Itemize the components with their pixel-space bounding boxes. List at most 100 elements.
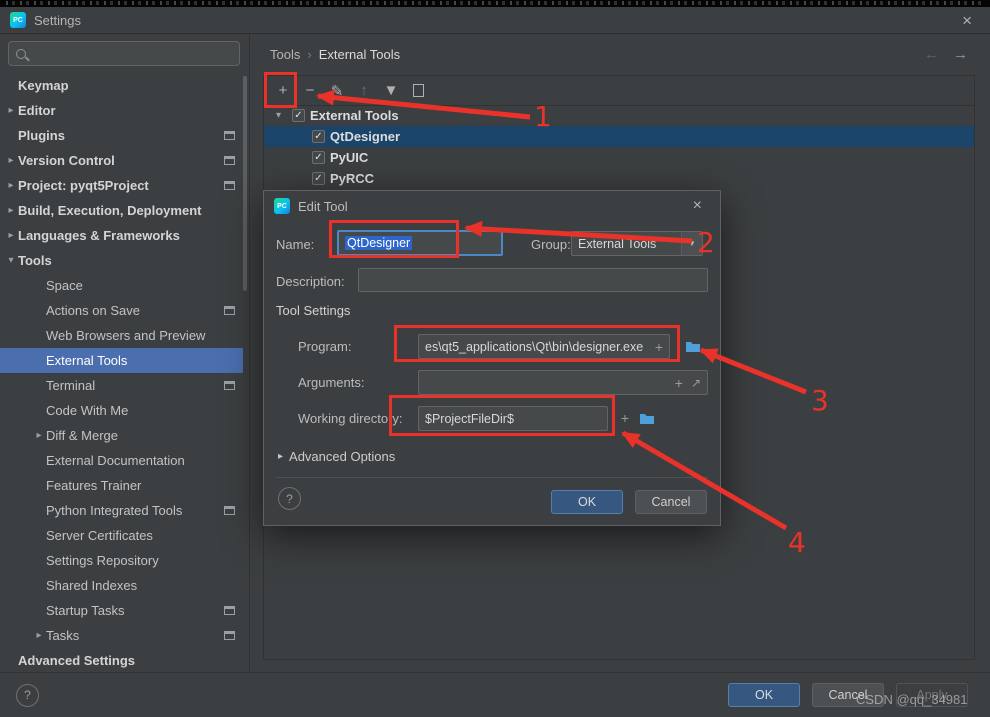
- remove-icon[interactable]: −: [300, 81, 320, 101]
- breadcrumb-tools[interactable]: Tools: [270, 47, 300, 62]
- sidebar-item-keymap[interactable]: Keymap: [0, 73, 243, 98]
- arguments-label: Arguments:: [298, 375, 365, 390]
- dialog-ok-button[interactable]: OK: [551, 490, 623, 514]
- sidebar-item-label: External Documentation: [46, 453, 185, 468]
- chevron-down-icon[interactable]: ▾: [276, 110, 292, 121]
- checkbox-checked[interactable]: ✓: [312, 172, 325, 185]
- shared-settings-icon: [224, 606, 235, 615]
- sidebar-item-actions-on-save[interactable]: Actions on Save: [0, 298, 243, 323]
- insert-macro-icon[interactable]: +: [675, 376, 683, 390]
- sidebar-item-terminal[interactable]: Terminal: [0, 373, 243, 398]
- chevron-right-icon[interactable]: ▸: [4, 155, 18, 166]
- sidebar-item-shared-indexes[interactable]: Shared Indexes: [0, 573, 243, 598]
- sidebar-item-label: Advanced Settings: [18, 653, 136, 668]
- chevron-right-icon[interactable]: ▸: [4, 230, 18, 241]
- checkbox-checked[interactable]: ✓: [292, 109, 305, 122]
- sidebar-item-languages-frameworks[interactable]: ▸ Languages & Frameworks: [0, 223, 243, 248]
- tree-item-pyuic[interactable]: ✓ PyUIC: [264, 147, 974, 168]
- sidebar-item-project-pyqt5project[interactable]: ▸ Project: pyqt5Project: [0, 173, 243, 198]
- chevron-right-icon[interactable]: ▸: [32, 630, 46, 641]
- move-down-icon[interactable]: ▼: [381, 81, 401, 101]
- insert-macro-icon[interactable]: +: [616, 409, 634, 427]
- sidebar-item-tasks[interactable]: ▸ Tasks: [0, 623, 243, 648]
- sidebar-item-version-control[interactable]: ▸ Version Control: [0, 148, 243, 173]
- name-label: Name:: [276, 237, 315, 252]
- sidebar-item-space[interactable]: Space: [0, 273, 243, 298]
- tree-item-pyrcc[interactable]: ✓ PyRCC: [264, 168, 974, 189]
- pycharm-logo-icon: PC: [10, 12, 26, 28]
- sidebar-item-label: Terminal: [46, 378, 96, 393]
- sidebar-item-label: Server Certificates: [46, 528, 153, 543]
- checkbox-checked[interactable]: ✓: [312, 151, 325, 164]
- sidebar-item-label: Code With Me: [46, 403, 129, 418]
- sidebar-item-plugins[interactable]: Plugins: [0, 123, 243, 148]
- group-dropdown[interactable]: External Tools ▼: [571, 231, 703, 256]
- sidebar-item-tools[interactable]: ▾ Tools: [0, 248, 243, 273]
- sidebar-item-label: Languages & Frameworks: [18, 228, 180, 243]
- chevron-right-icon[interactable]: ▸: [4, 205, 18, 216]
- dialog-help-button[interactable]: ?: [278, 487, 301, 510]
- sidebar-item-advanced-settings[interactable]: Advanced Settings: [0, 648, 243, 673]
- sidebar-scrollbar[interactable]: [243, 76, 247, 291]
- chevron-right-icon[interactable]: ▸: [4, 105, 18, 116]
- shared-settings-icon: [224, 306, 235, 315]
- window-close-icon[interactable]: ×: [954, 12, 980, 29]
- tree-item-qtdesigner[interactable]: ✓ QtDesigner: [264, 126, 974, 147]
- sidebar-item-settings-repository[interactable]: Settings Repository: [0, 548, 243, 573]
- sidebar-item-editor[interactable]: ▸ Editor: [0, 98, 243, 123]
- sidebar-item-python-integrated-tools[interactable]: Python Integrated Tools: [0, 498, 243, 523]
- sidebar-item-label: Tasks: [46, 628, 80, 643]
- sidebar-item-diff-merge[interactable]: ▸ Diff & Merge: [0, 423, 243, 448]
- sidebar-item-build-execution-deployment[interactable]: ▸ Build, Execution, Deployment: [0, 198, 243, 223]
- sidebar-item-label: Version Control: [18, 153, 115, 168]
- external-tools-tree: ▾ ✓ External Tools ✓ QtDesigner ✓ PyUIC ✓ PyRCC: [264, 105, 974, 189]
- sidebar-item-label: Diff & Merge: [46, 428, 119, 443]
- checkbox-checked[interactable]: ✓: [312, 130, 325, 143]
- chevron-right-icon: ▸: [278, 451, 284, 462]
- settings-search-box[interactable]: [8, 41, 240, 66]
- shared-settings-icon: [224, 156, 235, 165]
- settings-window: PC Settings × Keymap ▸ Editor Plugins ▸ Versi…: [0, 0, 990, 717]
- browse-folder-icon[interactable]: [684, 337, 702, 355]
- shared-settings-icon: [224, 631, 235, 640]
- move-up-icon[interactable]: ↑: [354, 81, 374, 101]
- shared-settings-icon: [224, 181, 235, 190]
- advanced-options-toggle[interactable]: ▸ Advanced Options: [278, 449, 395, 464]
- edit-icon[interactable]: ✎: [327, 81, 347, 101]
- sidebar-nav: Keymap ▸ Editor Plugins ▸ Version Control ▸ Pro…: [0, 73, 243, 673]
- annotation-number-4: 4: [788, 526, 806, 559]
- sidebar-item-startup-tasks[interactable]: Startup Tasks: [0, 598, 243, 623]
- copy-icon[interactable]: [408, 80, 428, 101]
- browse-folder-icon[interactable]: [638, 409, 656, 427]
- cropped-text-noise: [6, 1, 984, 5]
- description-input[interactable]: [358, 268, 708, 292]
- search-input[interactable]: [32, 45, 216, 62]
- sidebar-item-label: Actions on Save: [46, 303, 140, 318]
- ok-button[interactable]: OK: [728, 683, 800, 707]
- dialog-cancel-button[interactable]: Cancel: [635, 490, 707, 514]
- sidebar-item-external-tools[interactable]: External Tools: [0, 348, 243, 373]
- tree-root-external-tools[interactable]: ▾ ✓ External Tools: [264, 105, 974, 126]
- arguments-input[interactable]: + ↗: [418, 370, 708, 395]
- sidebar-item-label: Build, Execution, Deployment: [18, 203, 202, 218]
- sidebar-item-features-trainer[interactable]: Features Trainer: [0, 473, 243, 498]
- dialog-close-icon[interactable]: ×: [685, 198, 710, 214]
- tree-item-label: QtDesigner: [330, 129, 401, 144]
- forward-arrow-icon[interactable]: →: [953, 46, 968, 63]
- sidebar-item-label: Startup Tasks: [46, 603, 125, 618]
- chevron-down-icon[interactable]: ▾: [4, 255, 18, 266]
- tree-item-label: PyUIC: [330, 150, 369, 165]
- tool-settings-section-label: Tool Settings: [276, 303, 351, 318]
- help-button[interactable]: ?: [16, 683, 39, 707]
- chevron-right-icon[interactable]: ▸: [4, 180, 18, 191]
- expand-field-icon[interactable]: ↗: [691, 376, 701, 390]
- shared-settings-icon: [224, 381, 235, 390]
- working-directory-label: Working directory:: [298, 411, 403, 426]
- sidebar-item-external-documentation[interactable]: External Documentation: [0, 448, 243, 473]
- sidebar-item-web-browsers-and-preview[interactable]: Web Browsers and Preview: [0, 323, 243, 348]
- annotation-box-program-field: [394, 325, 680, 362]
- sidebar-item-server-certificates[interactable]: Server Certificates: [0, 523, 243, 548]
- sidebar-item-code-with-me[interactable]: Code With Me: [0, 398, 243, 423]
- chevron-right-icon[interactable]: ▸: [32, 430, 46, 441]
- back-arrow-icon[interactable]: ←: [924, 46, 939, 63]
